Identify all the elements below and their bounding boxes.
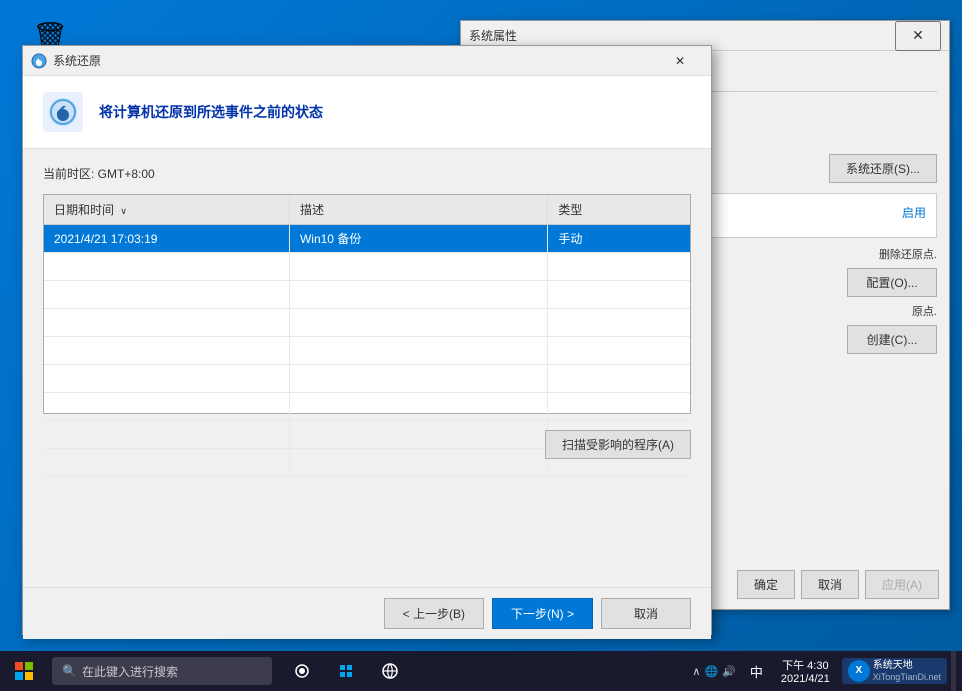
col-header-type: 类型 [548,195,690,225]
taskbar-search-icon: 🔍 [62,664,77,678]
show-desktop-button[interactable] [951,651,956,691]
system-restore-dialog: 系统还原 ✕ 将计算机还原到所选事件之前的状态 当前时区: GMT+8:00 [22,45,712,635]
prev-button[interactable]: < 上一步(B) [384,598,484,629]
create-button[interactable]: 创建(C)... [847,325,937,354]
taskbar-icon-group [282,651,410,691]
sys-props-title: 系统属性 [469,27,895,44]
xtd-icon: X [848,660,870,682]
ok-button[interactable]: 确定 [737,570,795,599]
restore-titlebar: 系统还原 ✕ [23,46,711,76]
taskview-button[interactable] [282,651,322,691]
next-button[interactable]: 下一步(N) > [492,598,593,629]
col-header-date: 日期和时间 ∨ [44,195,289,225]
restore-body-inner: 当前时区: GMT+8:00 日期和时间 ∨ 描述 类型 [23,149,711,639]
tray-icons: ∧ 🌐 🔊 [688,665,739,678]
table-row [44,337,690,365]
col-header-desc: 描述 [289,195,547,225]
taskbar: 🔍 在此键入进行搜索 [0,651,962,691]
restore-table-head: 日期和时间 ∨ 描述 类型 [44,195,690,225]
network-icon-btn[interactable] [370,651,410,691]
system-restore-button[interactable]: 系统还原(S)... [829,154,937,183]
network-tray-icon: 🌐 [704,665,718,678]
volume-icon: 🔊 [722,665,736,678]
network-icon [381,662,399,680]
status-label: 启用 [902,204,926,221]
sys-props-close-button[interactable]: ✕ [895,21,941,51]
sort-indicator: ∨ [120,206,127,216]
scan-affected-button[interactable]: 扫描受影响的程序(A) [545,430,691,459]
restore-table-wrapper: 日期和时间 ∨ 描述 类型 2021/4/21 17:03:19 Win10 备… [43,194,691,414]
cell-date: 2021/4/21 17:03:19 [44,225,289,253]
xitong-tiandi-badge[interactable]: X 系统天地 XiTongTianDi.net [842,658,947,685]
sys-props-footer: 确定 取消 应用(A) [737,570,939,599]
language-indicator[interactable]: 中 [744,662,769,681]
taskview-icon [294,663,310,679]
configure-button[interactable]: 配置(O)... [847,268,937,297]
taskbar-search-text: 在此键入进行搜索 [82,663,178,680]
table-row [44,281,690,309]
table-row [44,253,690,281]
cell-desc: Win10 备份 [289,225,547,253]
restore-header-image [43,92,83,132]
restore-header-title: 将计算机还原到所选事件之前的状态 [99,102,323,122]
desktop: 🗑 回收站 系统属性 ✕ 远程 🖥 系统更改。 系统还原(S)... [0,0,962,691]
delete-note: 删除还原点. [879,246,937,262]
start-button[interactable] [0,651,48,691]
taskbar-search-bar[interactable]: 🔍 在此键入进行搜索 [52,657,272,685]
restore-icon-svg [31,53,47,69]
chevron-up-icon[interactable]: ∧ [692,665,700,678]
table-row [44,393,690,421]
store-icon [338,663,354,679]
system-clock[interactable]: 下午 4:30 2021/4/21 [773,657,838,685]
cancel-restore-button[interactable]: 取消 [601,598,691,629]
cancel-button[interactable]: 取消 [801,570,859,599]
taskbar-tray: ∧ 🌐 🔊 中 下午 4:30 2021/4/21 X 系统天地 XiTongT… [688,651,962,691]
xtd-text: 系统天地 XiTongTianDi.net [873,660,941,683]
restore-footer: < 上一步(B) 下一步(N) > 取消 [23,587,711,639]
restore-table-header-row: 日期和时间 ∨ 描述 类型 [44,195,690,225]
restore-header-svg [43,92,83,132]
restore-timezone: 当前时区: GMT+8:00 [43,165,691,182]
create-note: 原点. [912,303,937,319]
store-button[interactable] [326,651,366,691]
table-row [44,365,690,393]
restore-title-icon [31,53,47,69]
windows-logo-icon [15,662,33,680]
clock-date: 2021/4/21 [781,673,830,685]
apply-button[interactable]: 应用(A) [865,570,939,599]
table-row [44,309,690,337]
cell-type: 手动 [548,225,690,253]
table-row[interactable]: 2021/4/21 17:03:19 Win10 备份 手动 [44,225,690,253]
scan-btn-row: 扫描受影响的程序(A) [43,430,691,459]
clock-time: 下午 4:30 [781,657,830,673]
restore-header: 将计算机还原到所选事件之前的状态 [23,76,711,149]
restore-close-button[interactable]: ✕ [657,46,703,76]
restore-title-text: 系统还原 [53,52,657,69]
restore-body: 当前时区: GMT+8:00 日期和时间 ∨ 描述 类型 [23,149,711,485]
